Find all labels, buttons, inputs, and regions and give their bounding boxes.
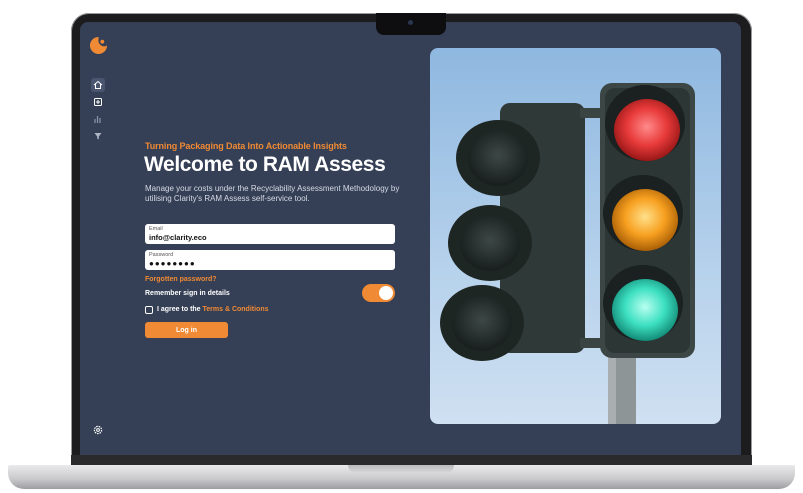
intro-text: Manage your costs under the Recyclabilit… xyxy=(145,184,400,203)
terms-link[interactable]: Terms & Conditions xyxy=(203,306,269,313)
tagline: Turning Packaging Data Into Actionable I… xyxy=(145,141,347,151)
page-title: Welcome to RAM Assess xyxy=(144,153,386,176)
login-button[interactable]: Log in xyxy=(145,322,228,338)
nav-home[interactable] xyxy=(91,78,105,92)
nav-reports[interactable] xyxy=(91,112,105,126)
toggle-knob xyxy=(379,286,393,300)
terms-label: I agree to the Terms & Conditions xyxy=(157,306,269,313)
remember-toggle[interactable] xyxy=(362,284,395,302)
email-input[interactable]: info@clarity.eco xyxy=(149,233,391,242)
remember-label: Remember sign in details xyxy=(145,290,230,297)
terms-prefix: I agree to the xyxy=(157,306,203,313)
email-label: Email xyxy=(149,226,163,232)
camera-dot xyxy=(408,20,413,25)
password-input[interactable]: ●●●●●●●● xyxy=(149,259,391,268)
password-field[interactable]: Password ●●●●●●●● xyxy=(145,250,395,270)
forgotten-password-link[interactable]: Forgotten password? xyxy=(145,276,217,283)
terms-checkbox[interactable] xyxy=(145,306,153,314)
clarity-logo-icon[interactable] xyxy=(89,36,108,55)
dashboard-icon xyxy=(94,98,102,106)
traffic-light-photo xyxy=(430,48,721,424)
home-icon xyxy=(93,80,103,89)
laptop-opening-groove xyxy=(348,465,454,473)
nav-filter[interactable] xyxy=(91,129,105,143)
filter-icon xyxy=(94,133,102,140)
settings-gear-icon[interactable] xyxy=(92,424,104,436)
laptop-hinge xyxy=(71,455,752,465)
email-field[interactable]: Email info@clarity.eco xyxy=(145,224,395,244)
password-label: Password xyxy=(149,252,174,258)
nav-dashboard[interactable] xyxy=(91,95,105,109)
bar-chart-icon xyxy=(94,116,101,123)
